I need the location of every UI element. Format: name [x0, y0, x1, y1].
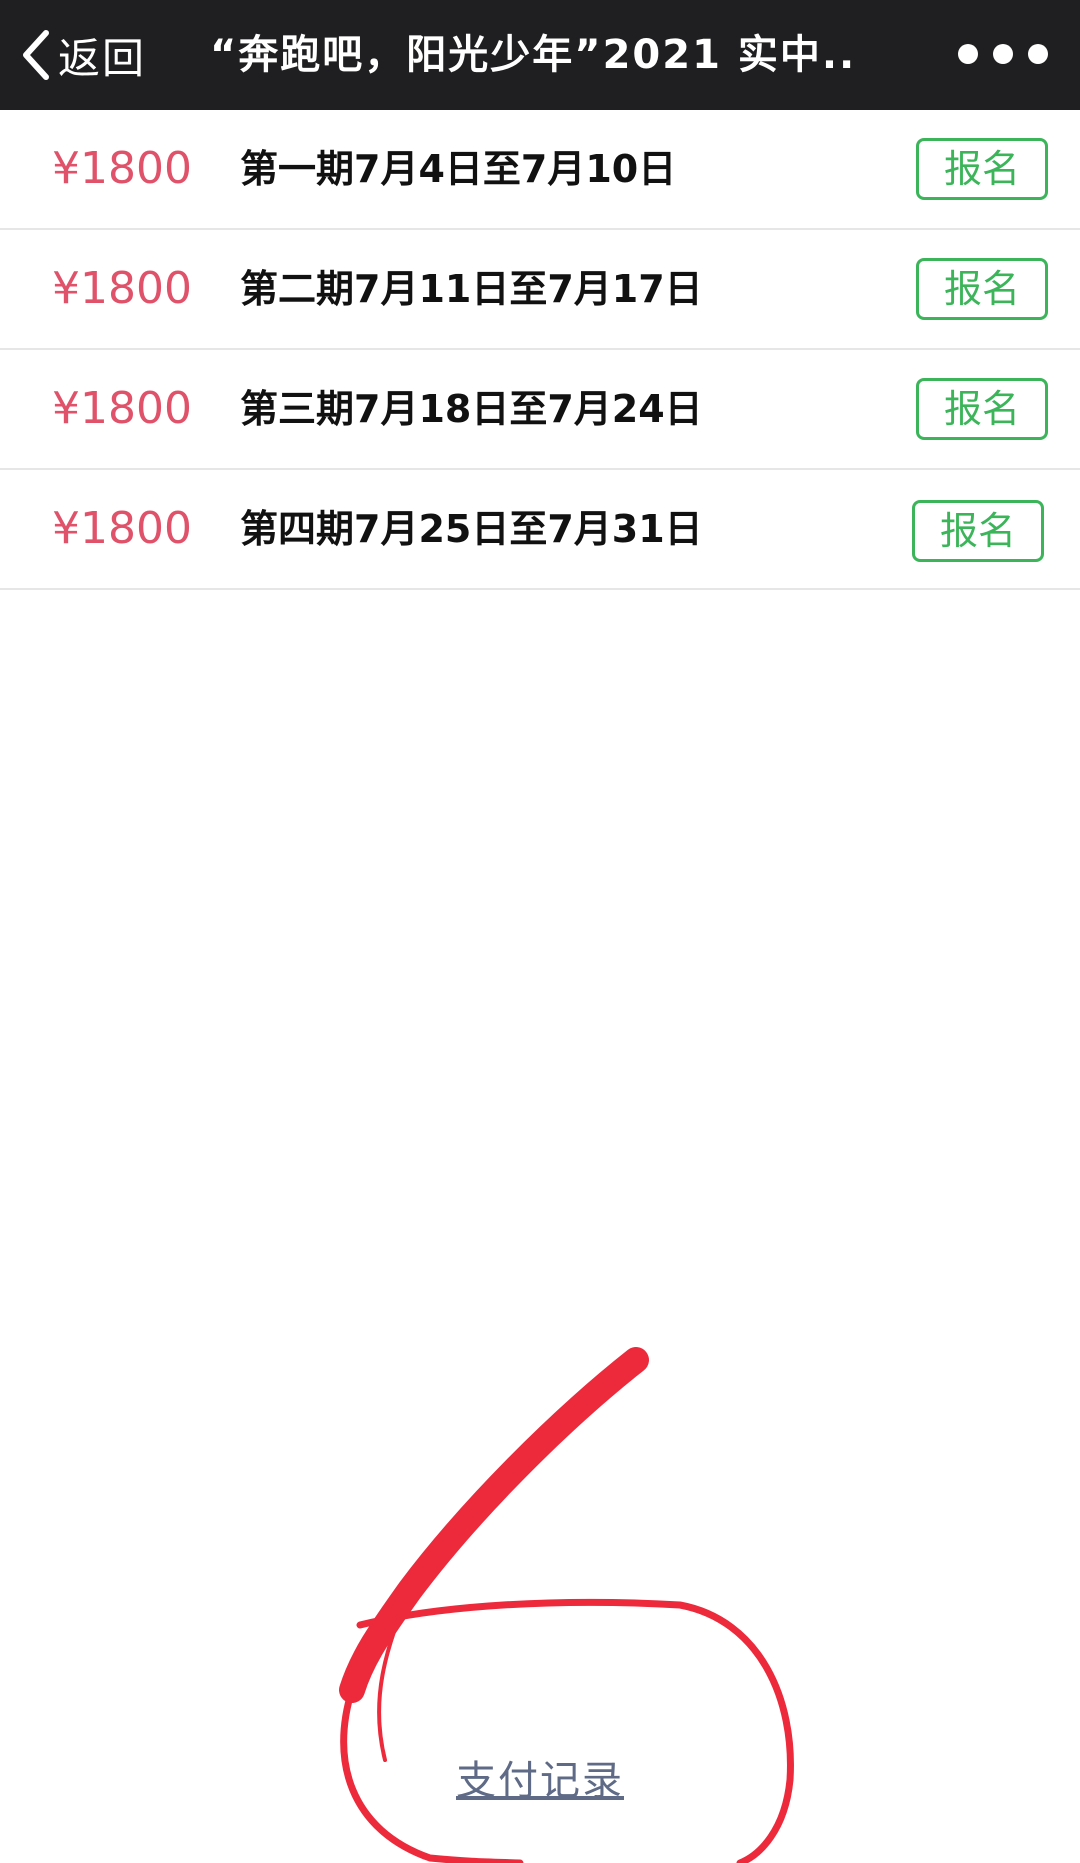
session-period: 第四期7月25日至7月31日 [240, 507, 703, 551]
annotation-stroke-loop [340, 1598, 794, 1863]
more-dots-icon[interactable] [958, 36, 1048, 72]
session-price: ¥1800 [52, 143, 192, 194]
page-title: “奔跑吧，阳光少年”2021 实中.. [210, 32, 857, 78]
dot [1028, 44, 1048, 64]
back-button[interactable]: 返回 [20, 22, 146, 88]
session-period: 第一期7月4日至7月10日 [240, 147, 677, 191]
session-list: ¥1800 第一期7月4日至7月10日 报名 ¥1800 第二期7月11日至7月… [0, 110, 1080, 590]
session-price: ¥1800 [52, 503, 192, 554]
dot [993, 44, 1013, 64]
signup-button[interactable]: 报名 [912, 500, 1044, 562]
signup-button[interactable]: 报名 [916, 378, 1048, 440]
session-row: ¥1800 第三期7月18日至7月24日 报名 [0, 350, 1080, 470]
dot [958, 44, 978, 64]
back-label: 返回 [58, 33, 147, 83]
signup-button[interactable]: 报名 [916, 258, 1048, 320]
signup-button[interactable]: 报名 [916, 138, 1048, 200]
chevron-left-icon [20, 29, 50, 81]
session-period: 第三期7月18日至7月24日 [240, 387, 703, 431]
session-row: ¥1800 第四期7月25日至7月31日 报名 [0, 470, 1080, 590]
session-period: 第二期7月11日至7月17日 [240, 267, 703, 311]
annotation-stroke-inner [377, 1588, 412, 1762]
payment-records-link[interactable]: 支付记录 [0, 1748, 1080, 1806]
session-price: ¥1800 [52, 383, 192, 434]
annotation-stroke-upper [339, 1347, 649, 1703]
session-row: ¥1800 第一期7月4日至7月10日 报名 [0, 110, 1080, 230]
session-row: ¥1800 第二期7月11日至7月17日 报名 [0, 230, 1080, 350]
session-price: ¥1800 [52, 263, 192, 314]
top-navigation-bar: 返回 “奔跑吧，阳光少年”2021 实中.. [0, 0, 1080, 110]
